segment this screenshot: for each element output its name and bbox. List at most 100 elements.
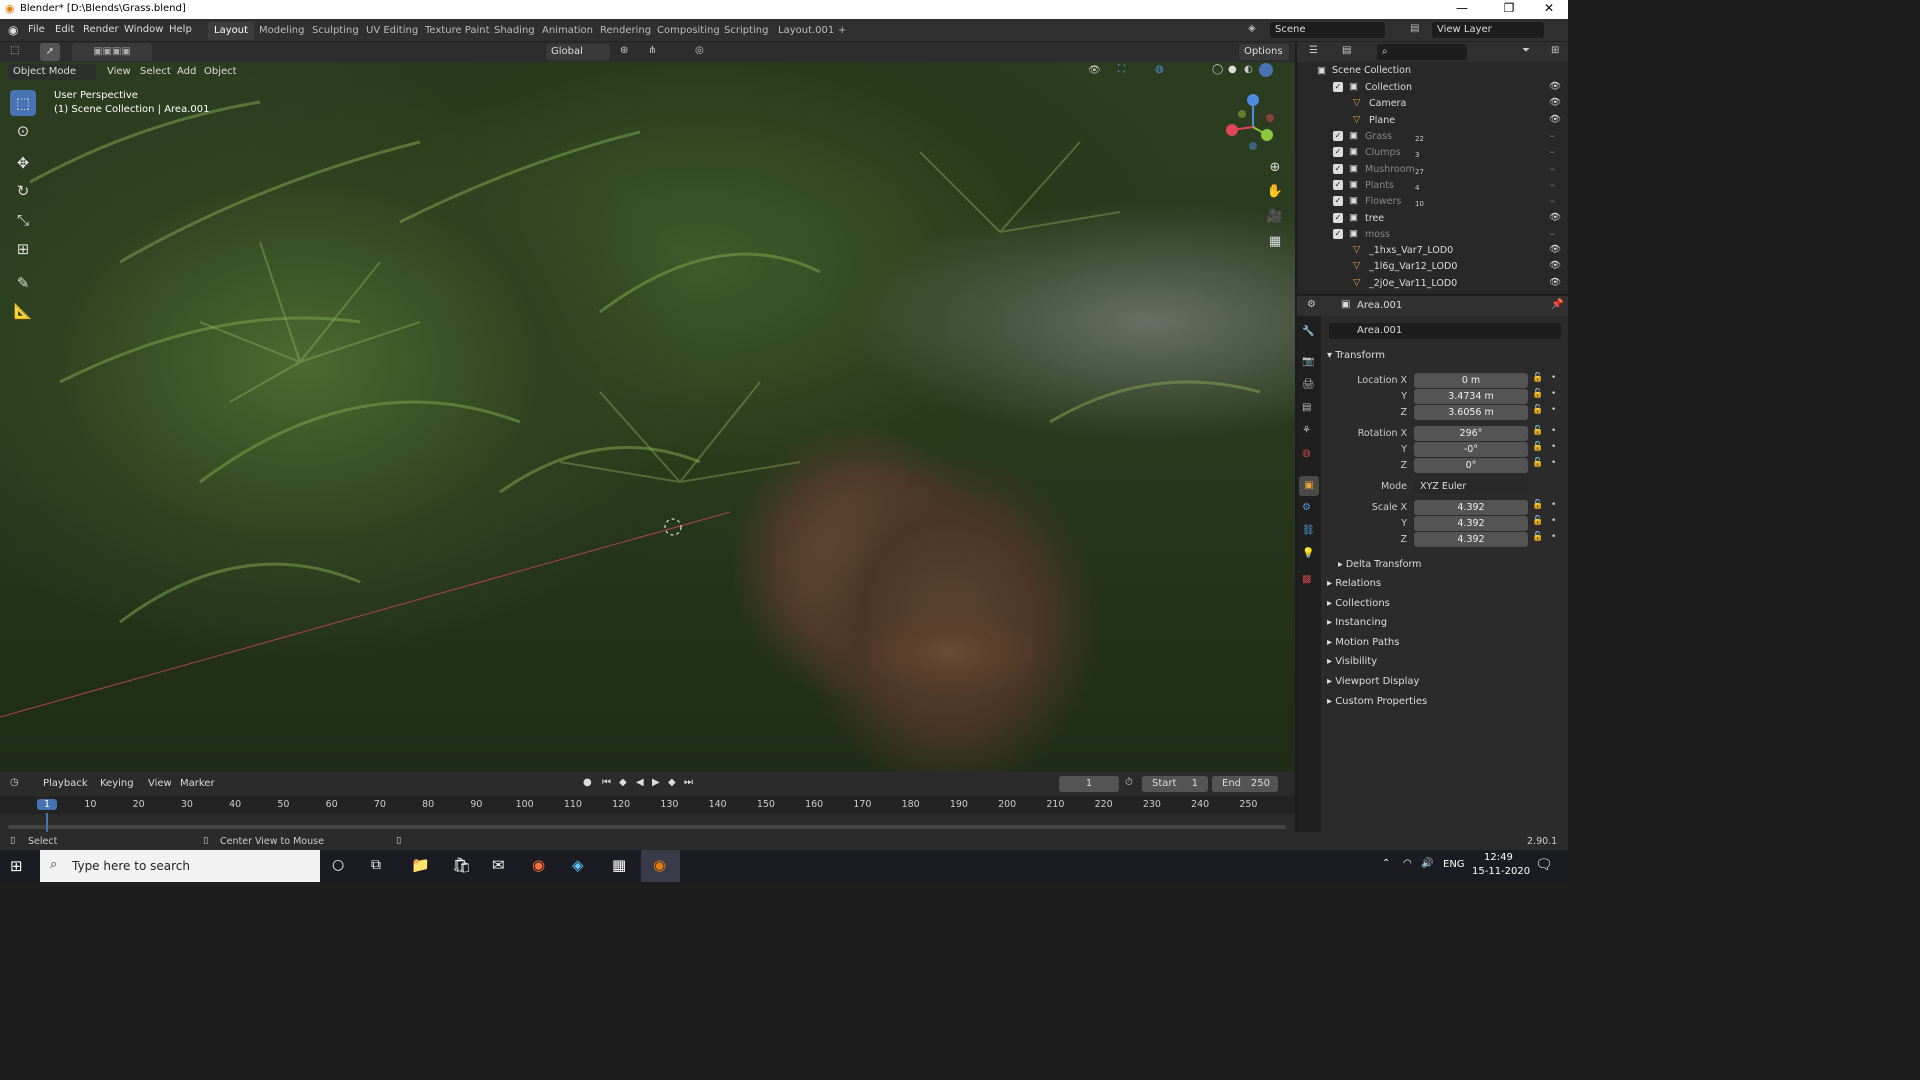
scale-z-field[interactable]: 4.392 <box>1414 532 1528 547</box>
outliner-search-input[interactable]: ⌕ <box>1377 44 1467 60</box>
tab-compositing[interactable]: Compositing <box>651 22 726 40</box>
outliner-item-collection[interactable]: ✓ ▣ Collection 👁 <box>1297 80 1568 96</box>
visibility-eye-icon[interactable]: ⌣ <box>1549 195 1555 206</box>
volume-icon[interactable]: 🔊 <box>1421 858 1433 869</box>
end-frame-field[interactable]: End 250 <box>1212 776 1278 792</box>
app-icon[interactable]: ◈ <box>572 856 584 874</box>
location-x-field[interactable]: 0 m <box>1414 373 1528 388</box>
visibility-eye-icon[interactable]: ⌣ <box>1549 179 1555 190</box>
file-explorer-icon[interactable]: 📁 <box>411 856 430 874</box>
outliner-item-flowers[interactable]: ✓ ▣ Flowers 10 ⌣ <box>1297 194 1568 210</box>
clock-time[interactable]: 12:49 <box>1484 852 1513 863</box>
close-button[interactable]: ✕ <box>1535 1 1563 15</box>
outliner-editor-icon[interactable]: ☰ <box>1309 45 1318 56</box>
perspective-grid-icon[interactable]: ▦ <box>1265 234 1285 254</box>
keyframe-dot-icon[interactable]: • <box>1551 532 1556 542</box>
panel-visibility[interactable]: ▸ Visibility <box>1327 656 1377 667</box>
transform-panel-header[interactable]: ▾ Transform <box>1327 350 1385 361</box>
visibility-eye-icon[interactable]: 👁 <box>1549 114 1561 125</box>
firefox-icon[interactable]: ◉ <box>532 856 545 874</box>
exclude-checkbox[interactable]: ✓ <box>1333 196 1343 206</box>
gizmo-toggle-icon[interactable]: ⛶ <box>1118 64 1125 75</box>
exclude-checkbox[interactable]: ✓ <box>1333 180 1343 190</box>
annotate-icon[interactable]: ✎ <box>10 270 36 296</box>
select-box-icon[interactable]: ⬚ <box>10 90 36 116</box>
task-view-icon[interactable]: ⧉ <box>371 857 381 873</box>
location-z-field[interactable]: 3.6056 m <box>1414 405 1528 420</box>
keyframe-dot-icon[interactable]: • <box>1551 516 1556 526</box>
zoom-icon[interactable]: ⊕ <box>1265 160 1285 180</box>
cortana-icon[interactable]: ○ <box>332 857 344 873</box>
transform-icon[interactable]: ⊞ <box>10 236 36 262</box>
visibility-icon[interactable]: 👁 <box>1088 65 1101 76</box>
tab-layout[interactable]: Layout <box>208 22 254 40</box>
play-reverse-icon[interactable]: ◀ <box>636 777 644 788</box>
new-collection-icon[interactable]: ⊞ <box>1551 45 1559 56</box>
start-frame-field[interactable]: Start 1 <box>1142 776 1208 792</box>
keyframe-dot-icon[interactable]: • <box>1551 389 1556 399</box>
shading-rendered-icon[interactable] <box>1259 63 1273 77</box>
notification-icon[interactable]: 🗨 <box>1535 857 1553 873</box>
scale-icon[interactable]: ⤡ <box>10 207 36 233</box>
outliner-item-clumps[interactable]: ✓ ▣ Clumps 3 ⌣ <box>1297 145 1568 161</box>
visibility-eye-icon[interactable]: 👁 <box>1549 244 1561 255</box>
visibility-eye-icon[interactable]: 👁 <box>1549 81 1561 92</box>
view-layer-selector[interactable]: View Layer <box>1432 22 1544 38</box>
menu-file[interactable]: File <box>28 24 45 35</box>
outliner-item--1l6g-var12-lod0[interactable]: ▽ _1l6g_Var12_LOD0 👁 <box>1297 259 1568 275</box>
tab-scripting[interactable]: Scripting <box>718 22 774 40</box>
object-mode-select[interactable]: Object Mode <box>8 64 96 80</box>
wifi-icon[interactable]: ◠ <box>1403 858 1412 869</box>
scale-x-field[interactable]: 4.392 <box>1414 500 1528 515</box>
rotation-z-field[interactable]: 0° <box>1414 458 1528 473</box>
exclude-checkbox[interactable]: ✓ <box>1333 229 1343 239</box>
timeline-scrollbar[interactable] <box>8 825 1286 829</box>
tab-layout-001[interactable]: Layout.001 <box>772 22 840 40</box>
panel-motion-paths[interactable]: ▸ Motion Paths <box>1327 637 1399 648</box>
rotation-mode-select[interactable]: XYZ Euler <box>1414 479 1528 494</box>
pan-hand-icon[interactable]: ✋ <box>1265 184 1285 204</box>
move-icon[interactable]: ✥ <box>10 150 36 176</box>
viewport-menu-select[interactable]: Select <box>140 66 171 77</box>
store-icon[interactable]: 🛍 <box>452 856 471 874</box>
keyframe-dot-icon[interactable]: • <box>1551 442 1556 452</box>
timeline-editor-icon[interactable]: ◷ <box>10 777 19 788</box>
shading-solid-icon[interactable]: ● <box>1228 64 1237 75</box>
outliner-item-grass[interactable]: ✓ ▣ Grass 22 ⌣ <box>1297 129 1568 145</box>
jump-start-icon[interactable]: ⏮ <box>602 777 611 788</box>
pivot-icon[interactable]: ⊛ <box>620 45 628 56</box>
selection-mode-icon[interactable]: ▣▣▣▣ <box>72 43 152 61</box>
data-tab-icon[interactable]: 💡 <box>1302 548 1314 559</box>
select-tool-icon[interactable]: ➚ <box>40 43 60 61</box>
tab-uv-editing[interactable]: UV Editing <box>360 22 424 40</box>
editor-type-icon[interactable]: ⬚ <box>10 45 19 56</box>
render-tab-icon[interactable]: 📷 <box>1302 356 1314 367</box>
outliner-item-plants[interactable]: ✓ ▣ Plants 4 ⌣ <box>1297 178 1568 194</box>
keyframe-dot-icon[interactable]: • <box>1551 373 1556 383</box>
keyframe-dot-icon[interactable]: • <box>1551 426 1556 436</box>
play-icon[interactable]: ▶ <box>652 777 660 788</box>
filter-icon[interactable]: ⏷ <box>1522 45 1530 56</box>
next-keyframe-icon[interactable]: ◆ <box>668 777 676 788</box>
lock-icon[interactable]: 🔓 <box>1532 532 1543 542</box>
blender-menu-icon[interactable]: ◉ <box>8 23 18 37</box>
snap-icon[interactable]: ⋔ <box>648 45 656 56</box>
panel-viewport-display[interactable]: ▸ Viewport Display <box>1327 676 1419 687</box>
pin-icon[interactable]: 📌 <box>1551 299 1563 310</box>
maximize-button[interactable]: ❐ <box>1495 1 1523 15</box>
scene-selector[interactable]: Scene <box>1270 22 1385 38</box>
visibility-eye-icon[interactable]: ⌣ <box>1549 146 1555 157</box>
tab-modeling[interactable]: Modeling <box>253 22 311 40</box>
outliner-item-mushroom[interactable]: ✓ ▣ Mushroom 27 ⌣ <box>1297 162 1568 178</box>
navigation-gizmo[interactable] <box>1220 92 1280 152</box>
menu-render[interactable]: Render <box>83 24 119 35</box>
3d-viewport[interactable]: User Perspective (1) Scene Collection | … <box>0 62 1295 772</box>
texture-tab-icon[interactable]: ▩ <box>1302 574 1311 585</box>
panel-collections[interactable]: ▸ Collections <box>1327 598 1390 609</box>
windows-start-icon[interactable]: ⊞ <box>10 857 23 875</box>
outliner-root-row[interactable]: ▣ Scene Collection <box>1297 63 1568 79</box>
visibility-eye-icon[interactable]: 👁 <box>1549 277 1561 288</box>
visibility-eye-icon[interactable]: 👁 <box>1549 212 1561 223</box>
keyframe-dot-icon[interactable]: • <box>1551 458 1556 468</box>
options-button[interactable]: Options <box>1239 44 1289 60</box>
